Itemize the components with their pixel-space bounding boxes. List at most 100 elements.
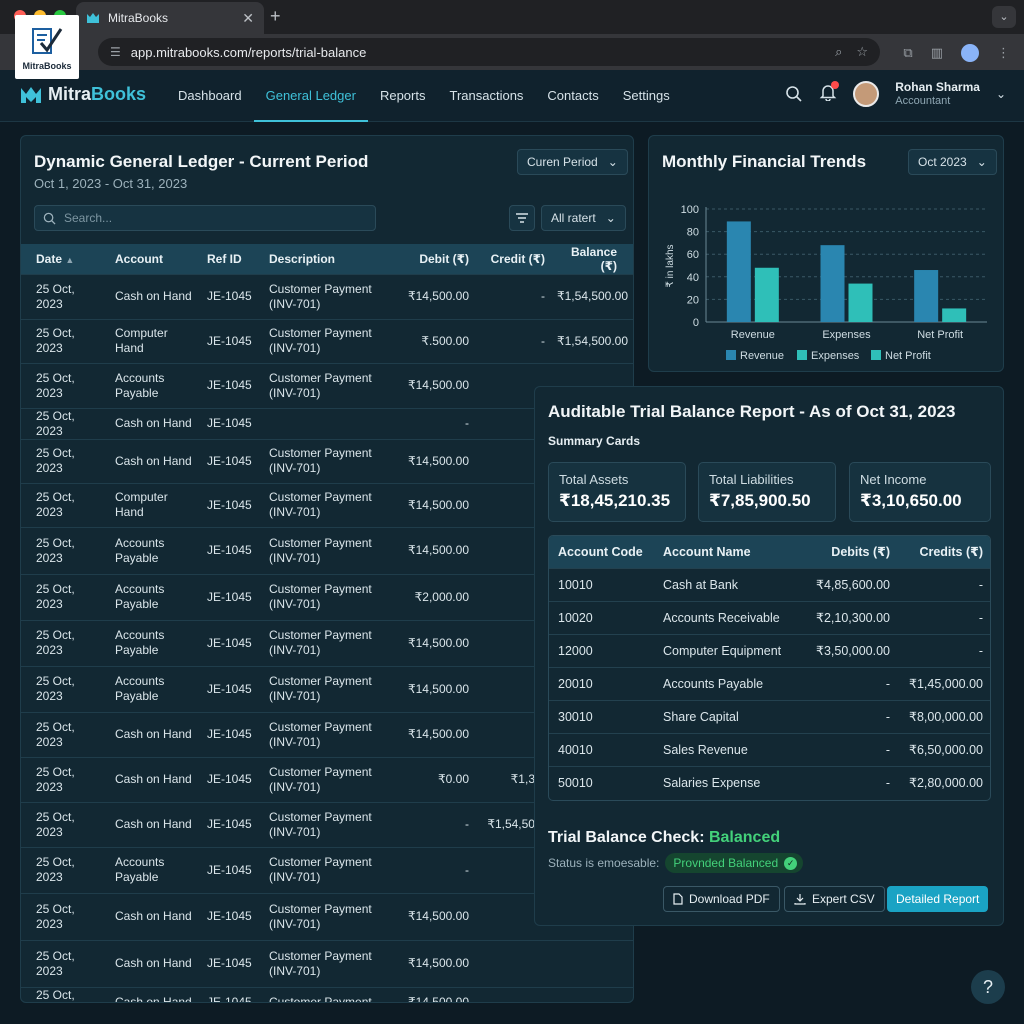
chevron-down-icon[interactable]: ⌄: [996, 87, 1006, 101]
download-pdf-button[interactable]: Download PDF: [663, 886, 780, 912]
nav-settings[interactable]: Settings: [611, 70, 682, 122]
ledger-cell-date: 25 Oct, 2023: [21, 318, 109, 363]
tab-close-icon[interactable]: ✕: [242, 10, 254, 27]
ledger-cell-ref: JE-1045: [201, 362, 263, 408]
search-icon[interactable]: [785, 85, 803, 103]
ledger-cell-date: 25 Oct, 2023: [21, 846, 109, 893]
url-text: app.mitrabooks.com/reports/trial-balance: [130, 44, 367, 60]
zoom-icon[interactable]: ⌕: [835, 44, 842, 60]
tb-cell-debit: ₹4,85,600.00: [804, 567, 899, 601]
notifications-button[interactable]: [819, 80, 840, 106]
y-tick-label: 100: [681, 204, 699, 216]
col-account-name[interactable]: Account Name: [654, 536, 804, 568]
ledger-cell-date: 25 Oct, 2023: [21, 273, 109, 319]
summary-cards-label: Summary Cards: [548, 434, 641, 448]
col-description[interactable]: Description: [263, 244, 381, 274]
table-row[interactable]: 10010 Cash at Bank ₹4,85,600.00-: [549, 567, 990, 601]
ledger-cell-balance: ₹1,54,500.00: [551, 273, 633, 319]
search-box[interactable]: [34, 205, 376, 231]
ledger-cell-ref: JE-1045: [201, 756, 263, 802]
mitrabooks-brand-icon: [21, 86, 41, 103]
tb-cell-credit: -: [899, 633, 990, 667]
table-row[interactable]: 25 Oct, 2023Cash on HandJE-1045Customer …: [21, 986, 633, 1002]
ledger-cell-date: 25 Oct, 2023: [21, 438, 109, 483]
period-select[interactable]: Curen Period ⌄: [517, 149, 628, 175]
table-row[interactable]: 12000 Computer Equipment ₹3,50,000.00-: [549, 633, 990, 667]
help-button[interactable]: ?: [971, 970, 1005, 1004]
ledger-cell-credit: -: [475, 318, 551, 363]
export-csv-button[interactable]: Expert CSV: [784, 886, 885, 912]
nav-transactions[interactable]: Transactions: [437, 70, 535, 122]
new-tab-icon[interactable]: +: [270, 6, 281, 27]
ledger-cell-description: Customer Payment (INV-701): [263, 939, 381, 987]
col-credits[interactable]: Credits (₹): [899, 536, 990, 568]
y-tick-label: 0: [693, 317, 699, 329]
tab-search-chevron-icon[interactable]: ⌄: [992, 6, 1016, 28]
filter-button[interactable]: [509, 205, 535, 231]
ledger-cell-description: Customer Payment (INV-701): [263, 438, 381, 483]
trial-balance-title: Auditable Trial Balance Report - As of O…: [548, 402, 956, 421]
extensions-icon[interactable]: ⧉: [903, 45, 912, 61]
col-account[interactable]: Account: [109, 244, 201, 274]
tb-cell-code: 40010: [549, 732, 654, 766]
legend-label: Expenses: [811, 350, 860, 362]
card-value: ₹18,45,210.35: [559, 491, 671, 510]
ledger-cell-balance: ₹1,54,500.00: [551, 318, 633, 363]
bar-expenses: [848, 283, 873, 322]
ledger-cell-ref: JE-1045: [201, 438, 263, 483]
tb-cell-name: Share Capital: [654, 699, 804, 733]
document-icon: [673, 893, 683, 905]
user-info[interactable]: Rohan Sharma Accountant: [895, 80, 980, 108]
browser-menu-icon[interactable]: ⋮: [997, 45, 1010, 61]
table-row[interactable]: 30010 Share Capital - ₹8,00,000.00: [549, 699, 990, 733]
tb-cell-code: 20010: [549, 666, 654, 700]
ledger-cell-account: Cash on Hand: [109, 801, 201, 847]
tb-header-row: Account Code Account Name Debits (₹) Cre…: [549, 536, 990, 568]
avatar[interactable]: [853, 81, 880, 107]
bar-revenue: [820, 245, 845, 322]
search-input[interactable]: [64, 211, 354, 225]
tb-cell-name: Computer Equipment: [654, 633, 804, 667]
ledger-cell-date: 25 Oct, 2023: [21, 939, 109, 987]
filter-select[interactable]: All ratert ⌄: [541, 205, 626, 231]
table-row[interactable]: 40010 Sales Revenue - ₹6,50,000.00: [549, 732, 990, 766]
tb-cell-credit: ₹6,50,000.00: [899, 732, 990, 766]
table-row[interactable]: 25 Oct, 2023 Computer Hand JE-1045 Customer…: [21, 318, 633, 363]
ledger-cell-ref: JE-1045: [201, 407, 263, 439]
ledger-date-range: Oct 1, 2023 - Oct 31, 2023: [34, 176, 188, 191]
col-debits[interactable]: Debits (₹): [804, 536, 899, 568]
nav-dashboard[interactable]: Dashboard: [166, 70, 254, 122]
ledger-cell-debit: ₹14,500.00: [381, 362, 475, 408]
browser-tab[interactable]: MitraBooks ✕: [76, 2, 264, 34]
col-date[interactable]: Date ▲: [21, 244, 109, 274]
col-ref-id[interactable]: Ref ID: [201, 244, 263, 274]
site-settings-icon[interactable]: ☰: [110, 45, 121, 59]
ledger-cell-date: 25 Oct, 2023: [21, 362, 109, 408]
col-debit[interactable]: Debit (₹): [381, 244, 475, 274]
ledger-cell-ref: JE-1045: [201, 665, 263, 712]
check-circle-icon: ✓: [784, 856, 798, 870]
col-account-code[interactable]: Account Code: [549, 536, 654, 568]
table-row[interactable]: 25 Oct, 2023Cash on HandJE-1045Customer …: [21, 939, 633, 987]
table-row[interactable]: 20010 Accounts Payable - ₹1,45,000.00: [549, 666, 990, 700]
brand-logo[interactable]: Mitra Books: [20, 84, 146, 105]
address-bar[interactable]: ☰ app.mitrabooks.com/reports/trial-balan…: [98, 38, 880, 66]
table-row[interactable]: 25 Oct, 2023Cash on HandJE-1045Customer …: [21, 273, 633, 319]
col-credit[interactable]: Credit (₹): [475, 244, 551, 274]
ledger-cell-account: Cash on Hand: [109, 273, 201, 319]
nav-reports[interactable]: Reports: [368, 70, 438, 122]
table-row[interactable]: 50010 Salaries Expense - ₹2,80,000.00: [549, 765, 990, 799]
browser-profile-avatar[interactable]: [961, 44, 979, 62]
card-total-liabilities: Total Liabilities ₹7,85,900.50: [698, 462, 836, 522]
col-balance[interactable]: Balance (₹): [551, 244, 633, 274]
bookmark-star-icon[interactable]: ☆: [856, 44, 868, 60]
table-row[interactable]: 10020 Accounts Receivable ₹2,10,300.00-: [549, 600, 990, 634]
nav-contacts[interactable]: Contacts: [535, 70, 610, 122]
tb-cell-debit: -: [804, 699, 899, 733]
ledger-cell-debit: ₹.500.00: [381, 318, 475, 363]
nav-general-ledger[interactable]: General Ledger: [253, 70, 369, 122]
side-panel-icon[interactable]: ▥: [931, 45, 943, 61]
user-role: Accountant: [895, 95, 951, 107]
detailed-report-button[interactable]: Detailed Report: [887, 886, 989, 912]
ledger-cell-account: Cash on Hand: [109, 407, 201, 439]
